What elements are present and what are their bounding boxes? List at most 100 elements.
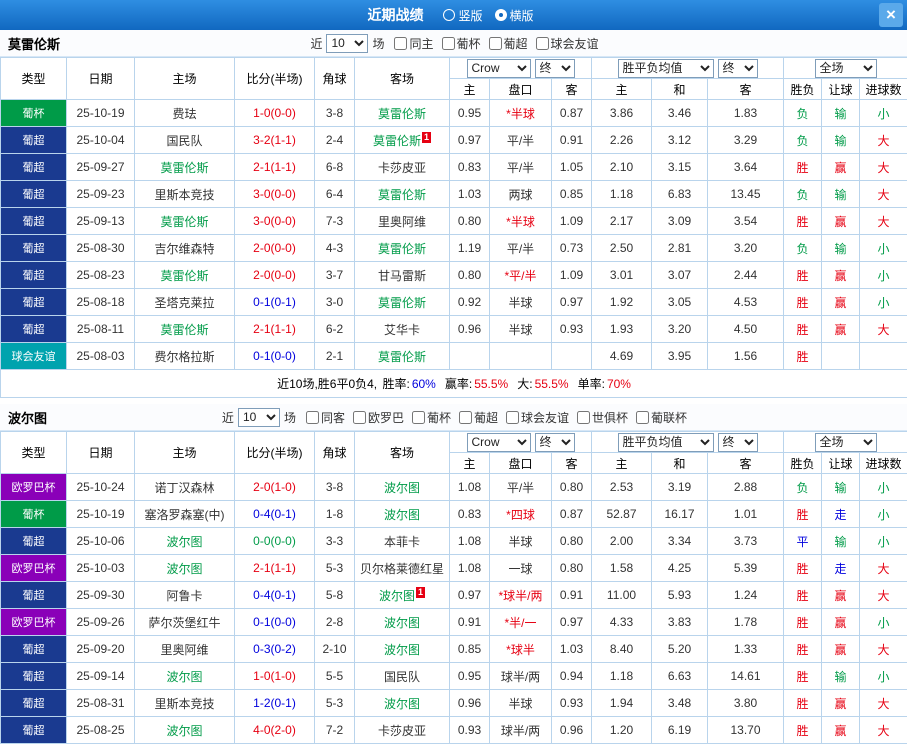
filter-checkbox[interactable] [441,36,455,50]
league-tag: 葡超 [0,153,67,181]
company-state-select[interactable]: 终 [534,432,575,452]
result-goals: 小 [859,608,907,636]
avg-away-odds: 3.73 [706,527,785,555]
avg-draw-odds: 3.48 [651,689,708,717]
filter-option[interactable]: 葡超 [485,35,528,52]
avg-away-odds: 4.50 [706,315,785,343]
avg-select[interactable]: 胜平负均值 [617,432,714,452]
avg-away-odds: 1.78 [706,608,785,636]
result-goals: 小 [859,662,907,690]
result-goals: 小 [859,527,907,555]
avg-draw-odds: 3.07 [651,261,708,289]
corners-cell: 3-8 [314,99,355,127]
result-wdl: 胜 [783,261,823,289]
score-cell: 2-0(0-0) [234,234,315,262]
col-header: 主 [449,452,490,474]
corners-cell: 7-3 [314,207,355,235]
avg-home-odds: 2.53 [591,473,652,501]
handicap-home-odds: 0.95 [449,662,490,690]
avg-away-odds: 1.24 [706,581,785,609]
avg-state-select[interactable]: 终 [717,58,758,78]
match-count-select[interactable]: 10 [326,33,369,53]
filter-option[interactable]: 葡杯 [438,35,481,52]
filter-checkbox[interactable] [305,410,319,424]
filter-checkbox[interactable] [459,410,472,424]
company-state-select[interactable]: 终 [534,58,575,78]
avg-draw-odds: 5.20 [651,635,708,663]
filter-checkbox[interactable] [577,410,591,424]
filter-option[interactable]: 欧罗巴 [349,409,404,426]
avg-draw-odds: 4.25 [651,554,708,582]
score-cell: 3-2(1-1) [234,126,315,154]
avg-draw-odds: 3.95 [651,342,708,370]
results-table: 类型 日期 主场 比分(半场) 角球 客场 Crow 终胜平负均值终全场主盘口客主和客胜负 让球… [0,431,907,744]
corners-cell: 2-10 [314,635,355,663]
filter-checkbox[interactable] [352,410,366,424]
home-team-name: 莫雷伦斯 [160,160,209,175]
result-handicap: 输 [821,180,861,208]
avg-away-odds: 5.39 [706,554,785,582]
result-goals: 大 [859,554,907,582]
home-team: 波尔图 [134,527,235,555]
league-tag: 葡超 [0,234,67,262]
filter-checkbox[interactable] [411,410,425,424]
result-wdl: 胜 [783,662,823,690]
col-header: 类型 [0,57,67,100]
handicap-home-odds: 0.83 [449,153,490,181]
result-wdl: 负 [783,126,823,154]
avg-away-odds: 4.53 [706,288,785,316]
close-button[interactable]: × [879,3,903,27]
corners-cell: 3-8 [314,473,355,501]
result-handicap: 输 [821,234,861,262]
handicap-line: *半球 [489,207,552,235]
filter-option[interactable]: 球会友谊 [502,409,569,426]
col-header: 客场 [354,431,450,474]
filter-option[interactable]: 同客 [302,409,345,426]
filter-checkbox[interactable] [488,36,502,50]
handicap-home-odds: 0.91 [449,608,490,636]
result-wdl: 胜 [783,608,823,636]
filter-checkbox[interactable] [636,410,650,424]
company-select[interactable]: Crow [466,432,531,452]
radio-vertical-icon[interactable] [443,9,456,21]
col-header: 比分(半场) [234,57,315,100]
filter-checkbox[interactable] [394,36,408,50]
scope-select[interactable]: 全场 [814,432,877,452]
filter-checkbox[interactable] [506,410,520,424]
result-handicap: 赢 [821,689,861,717]
filter-option[interactable]: 葡联杯 [632,409,687,426]
near-label: 近 [221,410,234,425]
scope-select[interactable]: 全场 [814,58,877,78]
col-header: 让球 [821,78,861,100]
col-header: 让球 [821,452,861,474]
avg-draw-odds: 16.17 [651,500,708,528]
filter-option[interactable]: 葡超 [455,409,498,426]
corners-cell: 5-5 [314,662,355,690]
layout-vertical-option[interactable]: 竖版 [443,7,483,24]
filter-option[interactable]: 世俱杯 [573,409,628,426]
layout-horizontal-option[interactable]: 横版 [494,7,534,24]
company-select[interactable]: Crow [466,58,531,78]
away-team: 波尔图 [354,473,450,501]
score-cell: 0-4(0-1) [234,581,315,609]
away-team-name: 莫雷伦斯 [377,187,426,202]
match-date: 25-08-18 [66,288,135,316]
filter-option[interactable]: 同主 [390,35,434,52]
result-handicap: 赢 [821,288,861,316]
col-header: 进球数 [859,452,907,474]
result-wdl: 胜 [783,207,823,235]
away-team: 里奥阿维 [354,207,450,235]
filter-option[interactable]: 葡杯 [408,409,451,426]
league-tag: 欧罗巴杯 [0,554,67,582]
avg-away-odds: 13.70 [706,716,785,744]
avg-select[interactable]: 胜平负均值 [617,58,714,78]
match-count-select[interactable]: 10 [237,407,280,427]
match-row: 欧罗巴杯 25-09-26 萨尔茨堡红牛 0-1(0-0) 2-8 波尔图 0.91 *半/一… [0,608,907,636]
handicap-home-odds: 0.80 [449,261,490,289]
handicap-away-odds: 0.80 [551,554,592,582]
filter-option[interactable]: 球会友谊 [532,35,599,52]
avg-state-select[interactable]: 终 [717,432,758,452]
radio-horizontal-icon[interactable] [494,9,507,21]
avg-draw-odds: 3.46 [651,99,708,127]
filter-checkbox[interactable] [535,36,549,50]
